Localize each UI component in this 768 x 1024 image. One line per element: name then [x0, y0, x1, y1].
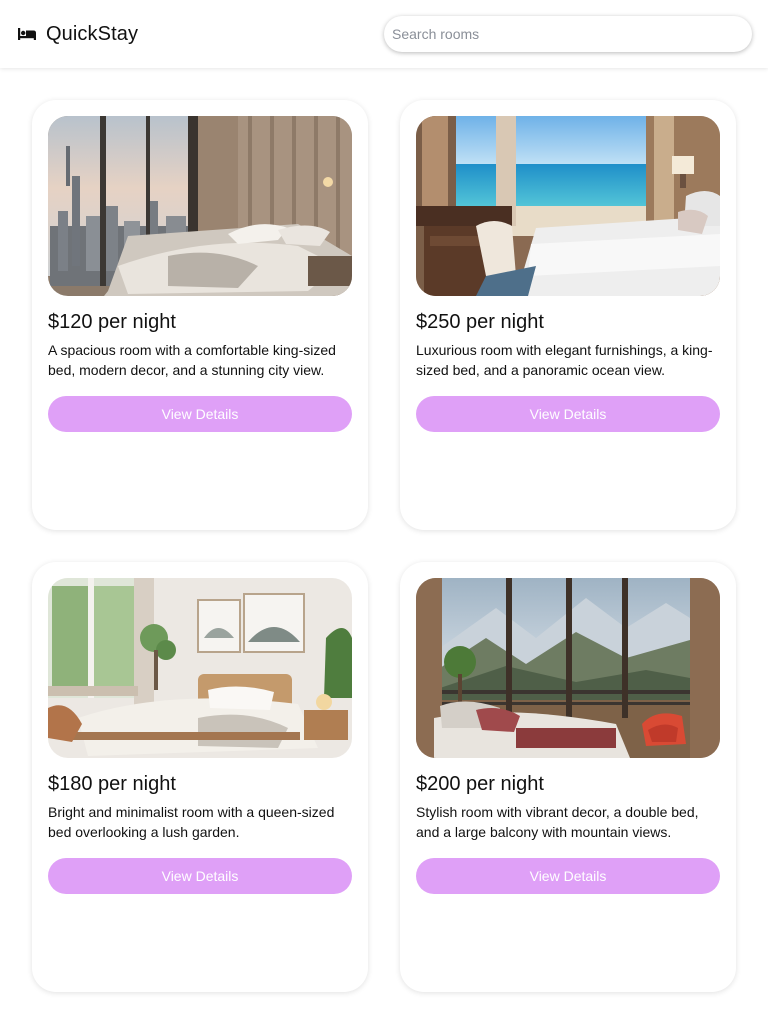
brand-name: QuickStay [46, 22, 139, 45]
room-photo[interactable] [48, 116, 352, 296]
city-view-room-image [48, 116, 352, 296]
mountain-view-room-image [416, 578, 720, 758]
room-card: $120 per night A spacious room with a co… [32, 100, 368, 530]
room-description: Stylish room with vibrant decor, a doubl… [416, 804, 699, 840]
room-price: $250 per night [416, 311, 544, 333]
garden-view-room-image [48, 578, 352, 758]
view-details-button[interactable]: View Details [416, 396, 720, 432]
brand[interactable]: QuickStay [18, 22, 138, 46]
room-description: Luxurious room with elegant furnishings,… [416, 342, 713, 378]
view-details-button[interactable]: View Details [48, 396, 352, 432]
top-app-bar: QuickStay [0, 0, 768, 68]
room-card: $250 per night Luxurious room with elega… [400, 100, 736, 530]
room-card: $200 per night Stylish room with vibrant… [400, 562, 736, 992]
view-details-button[interactable]: View Details [48, 858, 352, 894]
room-photo[interactable] [416, 578, 720, 758]
room-description: A spacious room with a comfortable king-… [48, 342, 336, 378]
room-photo[interactable] [48, 578, 352, 758]
room-price: $120 per night [48, 311, 176, 333]
room-price: $200 per night [416, 773, 544, 795]
ocean-view-room-image [416, 116, 720, 296]
search-input[interactable] [384, 16, 752, 52]
room-description: Bright and minimalist room with a queen-… [48, 804, 335, 840]
bed-icon [18, 28, 36, 40]
room-photo[interactable] [416, 116, 720, 296]
room-price: $180 per night [48, 773, 176, 795]
room-card: $180 per night Bright and minimalist roo… [32, 562, 368, 992]
view-details-button[interactable]: View Details [416, 858, 720, 894]
